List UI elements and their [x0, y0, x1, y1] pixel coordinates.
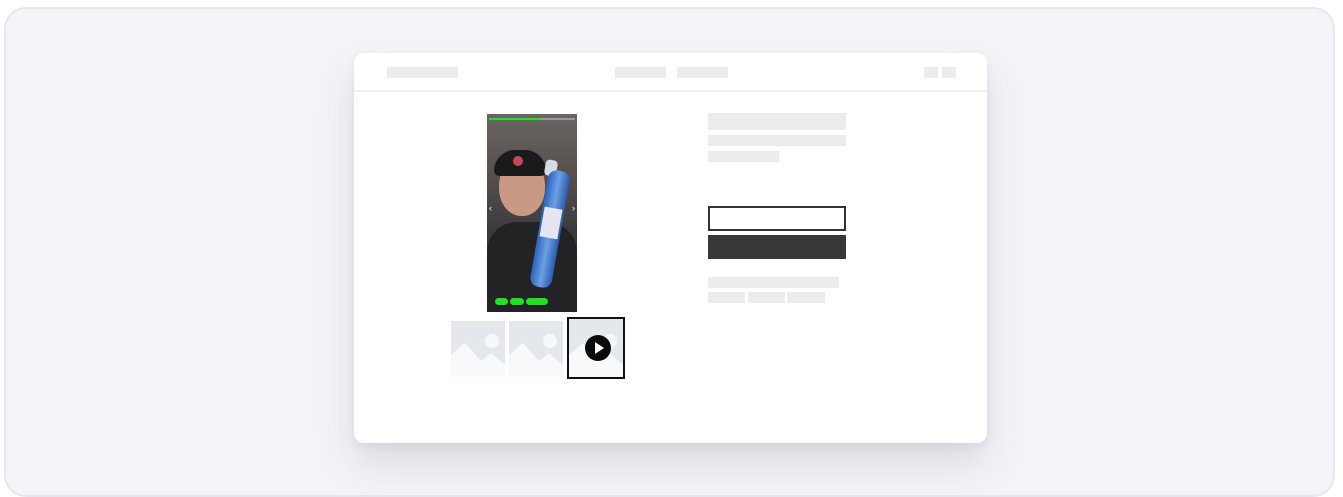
thumbnail-image-1[interactable]	[451, 321, 505, 377]
thumbnail-image-2[interactable]	[509, 321, 563, 377]
product-video-player[interactable]: ‹ ›	[487, 114, 577, 312]
nav-item-2[interactable]	[677, 67, 728, 78]
browser-window: ‹ ›	[354, 53, 987, 443]
video-chip-1[interactable]	[495, 298, 508, 305]
image-placeholder-icon	[451, 334, 505, 377]
add-to-cart-button[interactable]	[708, 235, 846, 259]
product-info-line	[708, 277, 839, 288]
video-chip-2[interactable]	[510, 298, 524, 305]
product-tag-1[interactable]	[708, 292, 745, 303]
product-subtitle	[708, 135, 846, 146]
product-title	[708, 113, 846, 130]
site-logo[interactable]	[387, 67, 458, 78]
chevron-left-icon[interactable]: ‹	[489, 202, 492, 214]
nav-item-1[interactable]	[615, 67, 666, 78]
video-chip-3[interactable]	[526, 298, 548, 305]
cap-logo	[513, 156, 523, 166]
thumbnail-video-selected[interactable]	[567, 317, 625, 379]
product-price	[708, 151, 779, 162]
site-header	[354, 53, 987, 92]
video-progress-bar	[489, 118, 575, 120]
product-tag-2[interactable]	[748, 292, 785, 303]
product-tag-3[interactable]	[787, 292, 825, 303]
image-placeholder-icon	[509, 334, 563, 377]
play-icon[interactable]	[585, 335, 611, 361]
cart-icon[interactable]	[924, 67, 938, 78]
account-icon[interactable]	[942, 67, 956, 78]
chevron-right-icon[interactable]: ›	[572, 202, 575, 214]
product-option-input[interactable]	[708, 206, 846, 231]
video-progress-fill	[489, 118, 541, 120]
